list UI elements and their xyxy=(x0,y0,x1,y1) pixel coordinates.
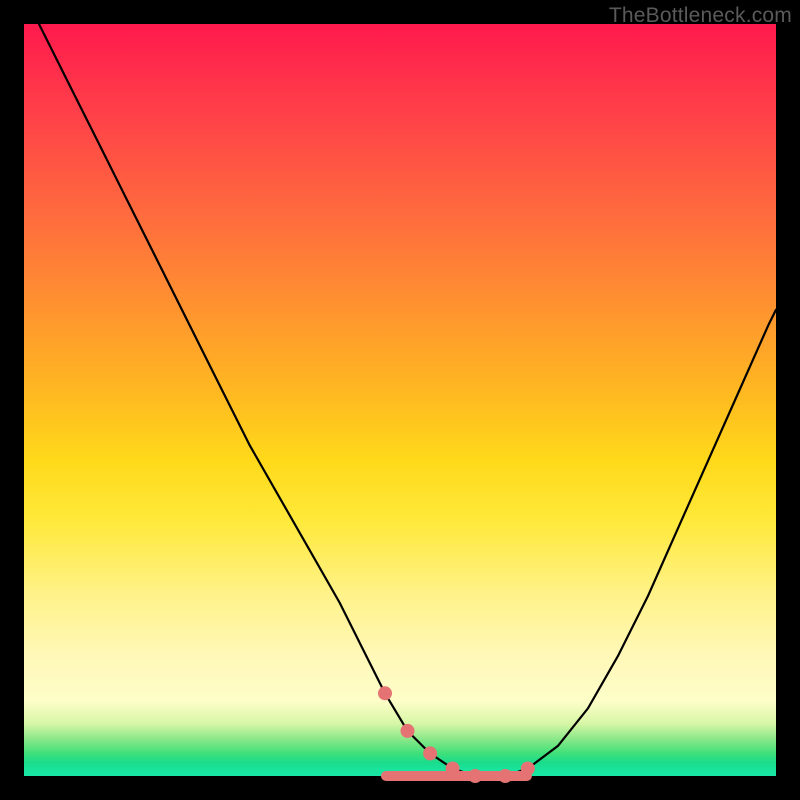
plot-area xyxy=(24,24,776,776)
chart-frame: TheBottleneck.com xyxy=(0,0,800,800)
curve-svg xyxy=(24,24,776,776)
flat-markers-group xyxy=(378,686,535,783)
bottleneck-curve xyxy=(39,24,776,776)
flat-marker xyxy=(378,686,392,700)
flat-marker xyxy=(423,746,437,760)
flat-bar xyxy=(381,771,532,781)
flat-marker xyxy=(401,724,415,738)
